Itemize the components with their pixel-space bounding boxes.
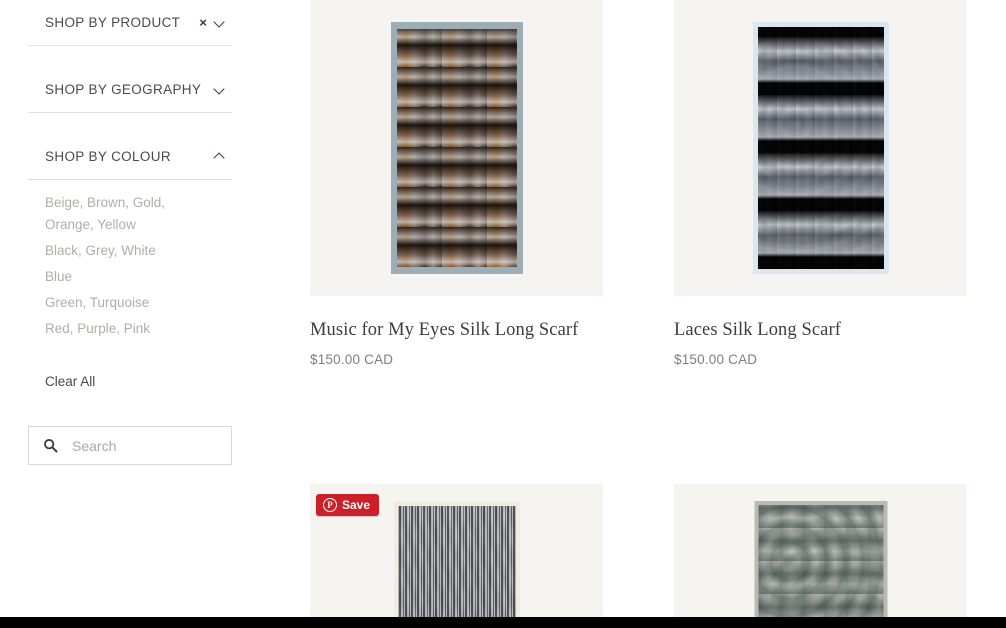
filter-header-shop-by-geography[interactable]: SHOP BY GEOGRAPHY — [28, 67, 232, 113]
scarf-artwork — [754, 501, 887, 628]
filter-header-shop-by-product[interactable]: SHOP BY PRODUCT × — [28, 0, 232, 46]
product-price: $150.00 CAD — [674, 352, 758, 367]
filter-option-black-grey-white[interactable]: Black, Grey, White — [45, 240, 185, 262]
scarf-pattern — [758, 505, 883, 628]
scarf-artwork — [393, 501, 520, 628]
product-image-4[interactable] — [674, 484, 967, 628]
pinterest-icon: P — [323, 498, 337, 512]
scarf-pattern — [396, 29, 517, 267]
product-card-4 — [674, 484, 967, 628]
scarf-artwork — [752, 22, 889, 274]
scarf-artwork — [390, 22, 523, 274]
product-price: $150.00 CAD — [310, 352, 394, 367]
search-icon — [44, 439, 58, 453]
filter-option-red-purple-pink[interactable]: Red, Purple, Pink — [45, 318, 185, 340]
filter-option-beige-brown-gold-orange-yellow[interactable]: Beige, Brown, Gold, Orange, Yellow — [45, 192, 185, 236]
scarf-pattern — [757, 27, 884, 269]
product-image-3[interactable]: P Save — [310, 484, 603, 628]
bottom-bar — [0, 617, 1006, 628]
filter-group-colour: SHOP BY COLOUR Beige, Brown, Gold, Orang… — [28, 134, 232, 340]
filter-controls-colour — [214, 151, 225, 162]
product-image-laces[interactable] — [674, 0, 967, 296]
filter-title-shop-by-geography: SHOP BY GEOGRAPHY — [45, 82, 202, 97]
clear-filter-icon[interactable]: × — [199, 16, 207, 29]
pinterest-save-button[interactable]: P Save — [316, 494, 380, 516]
filter-title-shop-by-colour: SHOP BY COLOUR — [45, 149, 171, 164]
chevron-down-icon[interactable] — [214, 84, 225, 95]
filter-spacer-1 — [28, 46, 232, 67]
clear-all-button[interactable]: Clear All — [28, 374, 95, 389]
filter-group-product: SHOP BY PRODUCT × — [28, 0, 232, 46]
filter-group-geography: SHOP BY GEOGRAPHY — [28, 67, 232, 113]
search-box[interactable] — [28, 426, 232, 465]
product-grid-row-1: Music for My Eyes Silk Long Scarf $150.0… — [310, 0, 1006, 367]
filter-controls-geography — [214, 84, 225, 95]
filter-options-colour: Beige, Brown, Gold, Orange, Yellow Black… — [28, 180, 232, 340]
product-card-laces: Laces Silk Long Scarf $150.00 CAD — [674, 0, 967, 367]
product-grid: Music for My Eyes Silk Long Scarf $150.0… — [310, 0, 1006, 628]
chevron-down-icon[interactable] — [214, 17, 225, 28]
filter-header-shop-by-colour[interactable]: SHOP BY COLOUR — [28, 134, 232, 180]
scarf-pattern — [397, 506, 516, 628]
filter-option-blue[interactable]: Blue — [45, 266, 185, 288]
product-card-3: P Save — [310, 484, 603, 628]
filter-title-shop-by-product: SHOP BY PRODUCT — [45, 15, 181, 30]
filter-option-green-turquoise[interactable]: Green, Turquoise — [45, 292, 185, 314]
chevron-up-icon[interactable] — [214, 151, 225, 162]
filter-controls-product: × — [199, 16, 225, 29]
product-image-music-for-my-eyes[interactable] — [310, 0, 603, 296]
product-card-music-for-my-eyes: Music for My Eyes Silk Long Scarf $150.0… — [310, 0, 603, 367]
product-grid-row-2: P Save — [310, 484, 1006, 628]
product-title[interactable]: Music for My Eyes Silk Long Scarf — [310, 320, 603, 341]
pinterest-save-label: Save — [342, 498, 371, 512]
filter-sidebar: SHOP BY PRODUCT × SHOP BY GEOGRAPHY SHOP… — [28, 0, 232, 391]
product-listing-page: SHOP BY PRODUCT × SHOP BY GEOGRAPHY SHOP… — [0, 0, 1006, 628]
product-title[interactable]: Laces Silk Long Scarf — [674, 320, 967, 341]
filter-spacer-2 — [28, 113, 232, 134]
search-input[interactable] — [72, 437, 222, 454]
